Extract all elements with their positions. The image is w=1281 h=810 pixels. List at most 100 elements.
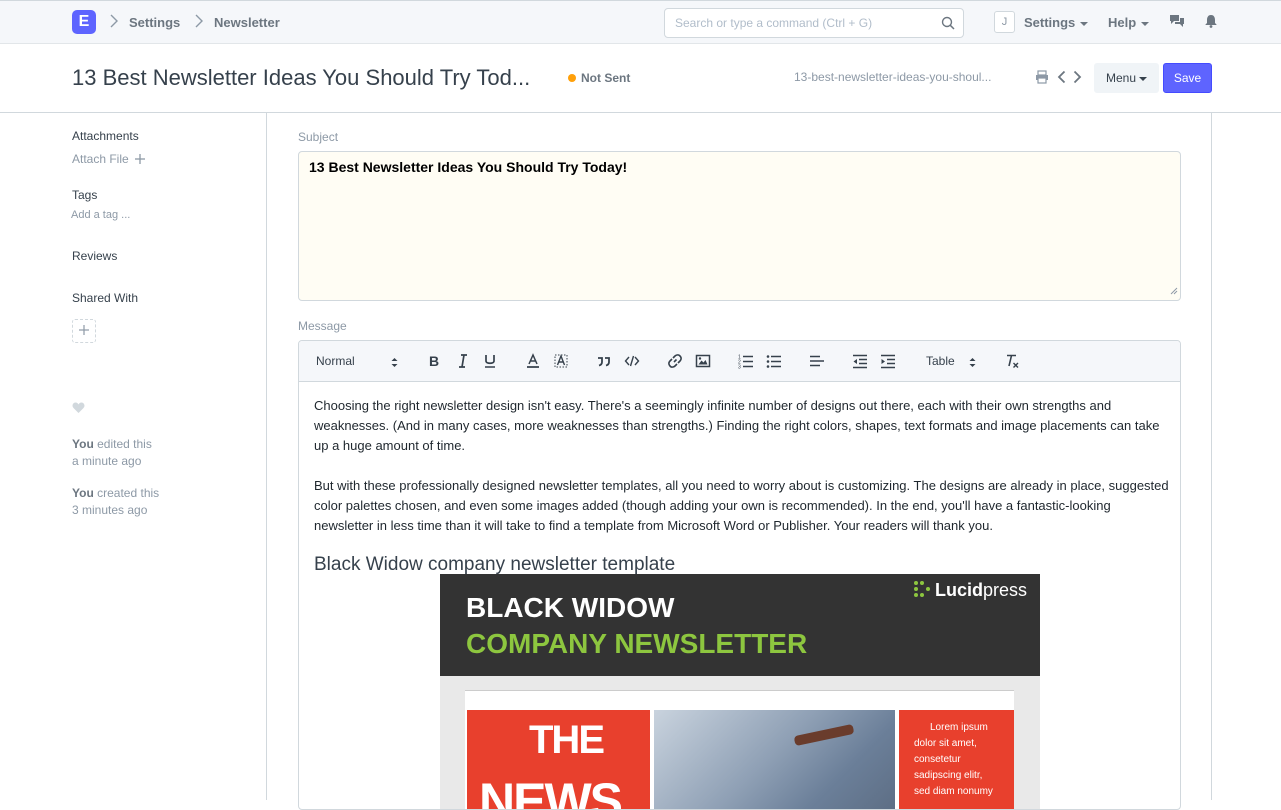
timeline-user[interactable]: You: [72, 486, 94, 500]
poster-word-the: THE: [529, 718, 605, 762]
image-header-band: BLACK WIDOW COMPANY NEWSLETTER Lucidpres…: [440, 574, 1040, 676]
content-paragraph: Choosing the right newsletter design isn…: [314, 398, 1160, 453]
menu-button-label: Menu: [1105, 71, 1137, 85]
like-heart-icon[interactable]: [72, 401, 85, 419]
newsletter-preview-page: THE NEWS Lorem ipsum dolor sit amet, con…: [465, 690, 1014, 810]
bold-icon[interactable]: B: [426, 353, 442, 369]
poster-word-news: NEWS: [479, 773, 623, 810]
chevron-right-icon: [195, 14, 203, 33]
previous-doc-icon[interactable]: [1057, 70, 1066, 89]
message-label: Message: [298, 319, 347, 333]
lucidpress-brand-bold: Lucid: [935, 580, 983, 600]
help-dropdown-label: Help: [1108, 15, 1137, 30]
image-title-line2: COMPANY NEWSLETTER: [466, 628, 808, 659]
lorem-line: sadipscing elitr,: [914, 770, 983, 781]
editor-content[interactable]: Choosing the right newsletter design isn…: [314, 396, 1169, 577]
format-select[interactable]: Normal: [316, 354, 355, 368]
status-indicator: Not Sent: [568, 71, 630, 85]
indent-icon[interactable]: [880, 353, 896, 369]
table-select[interactable]: Table: [926, 354, 955, 368]
subject-label: Subject: [298, 130, 339, 144]
select-arrows-icon: [391, 355, 398, 373]
clear-formatting-icon[interactable]: [1004, 353, 1020, 369]
message-editor: Normal B 1 2 3 Table Choosing the right …: [298, 340, 1181, 810]
attach-file-label: Attach File: [72, 152, 129, 166]
blockquote-icon[interactable]: [596, 353, 612, 369]
timeline-time: a minute ago: [72, 454, 142, 468]
select-arrows-icon: [969, 355, 976, 373]
image-title-line1: BLACK WIDOW: [466, 592, 675, 623]
add-share-button[interactable]: [72, 319, 96, 343]
subject-value: 13 Best Newsletter Ideas You Should Try …: [309, 159, 628, 175]
timeline-action: created this: [97, 486, 160, 500]
lucidpress-brand-light: press: [983, 580, 1028, 600]
search-icon[interactable]: [941, 16, 955, 35]
content-paragraph: But with these professionally designed n…: [314, 478, 1169, 533]
attachments-label: Attachments: [72, 129, 139, 143]
timeline-time: 3 minutes ago: [72, 503, 148, 517]
background-color-icon[interactable]: [553, 353, 569, 369]
lucidpress-mark-icon: [913, 580, 931, 603]
reviews-label: Reviews: [72, 249, 118, 263]
help-dropdown[interactable]: Help: [1108, 15, 1150, 30]
plus-icon: [79, 325, 89, 335]
print-icon[interactable]: [1035, 70, 1049, 89]
timeline-user[interactable]: You: [72, 437, 94, 451]
italic-icon[interactable]: [455, 353, 471, 369]
awesome-bar: [664, 8, 964, 38]
bullet-list-icon[interactable]: [766, 353, 782, 369]
menu-button[interactable]: Menu: [1094, 63, 1159, 93]
next-doc-icon[interactable]: [1073, 70, 1082, 89]
add-tag-link[interactable]: Add a tag ...: [71, 209, 130, 221]
underline-icon[interactable]: [482, 353, 498, 369]
text-color-icon[interactable]: [525, 353, 541, 369]
editor-toolbar: Normal B 1 2 3 Table: [299, 341, 1180, 382]
settings-dropdown-label: Settings: [1024, 15, 1076, 30]
newsletter-photo: [654, 710, 895, 809]
svg-text:3: 3: [738, 365, 741, 370]
lorem-line: consetetur: [914, 754, 961, 765]
code-block-icon[interactable]: [624, 353, 640, 369]
lorem-line: Lorem ipsum: [930, 722, 988, 733]
outdent-icon[interactable]: [852, 353, 868, 369]
user-avatar[interactable]: J: [994, 11, 1015, 33]
attach-file-link[interactable]: Attach File: [72, 152, 146, 166]
chat-icon[interactable]: [1169, 14, 1185, 34]
search-input[interactable]: [665, 9, 935, 37]
form-sidebar: Attachments Attach File Tags Add a tag .…: [0, 113, 267, 800]
shared-with-label: Shared With: [72, 291, 139, 305]
settings-dropdown[interactable]: Settings: [1024, 15, 1089, 30]
link-icon[interactable]: [667, 353, 683, 369]
breadcrumb-newsletter[interactable]: Newsletter: [214, 15, 280, 30]
subject-textarea[interactable]: 13 Best Newsletter Ideas You Should Try …: [298, 151, 1181, 301]
timeline-item: You created this 3 minutes ago: [72, 485, 159, 519]
document-name: 13-best-newsletter-ideas-you-shoul...: [794, 70, 992, 84]
resize-handle-icon[interactable]: [1170, 282, 1178, 298]
plus-icon: [132, 152, 146, 166]
ordered-list-icon[interactable]: 123: [738, 353, 754, 371]
caret-down-icon: [1080, 21, 1089, 26]
lorem-text-block: Lorem ipsum dolor sit amet, consetetur s…: [899, 710, 1014, 809]
timeline-item: You edited this a minute ago: [72, 436, 152, 470]
lucidpress-logo: Lucidpress: [913, 580, 1027, 603]
save-button[interactable]: Save: [1163, 63, 1212, 93]
tags-label: Tags: [72, 188, 98, 202]
app-logo[interactable]: E: [72, 10, 96, 34]
image-icon[interactable]: [695, 353, 711, 369]
photo-strap-detail: [793, 723, 855, 747]
svg-text:B: B: [429, 353, 439, 369]
top-navbar: E Settings Newsletter J Settings Help: [0, 0, 1281, 44]
caret-down-icon: [1141, 21, 1150, 26]
align-left-icon[interactable]: [809, 353, 825, 369]
caret-down-icon: [1139, 76, 1148, 81]
page-head: 13 Best Newsletter Ideas You Should Try …: [0, 44, 1281, 113]
breadcrumb-settings[interactable]: Settings: [129, 15, 180, 30]
status-label: Not Sent: [581, 71, 631, 85]
bell-icon[interactable]: [1205, 14, 1217, 33]
newsletter-template-image: BLACK WIDOW COMPANY NEWSLETTER Lucidpres…: [440, 574, 1040, 810]
form-main: Subject 13 Best Newsletter Ideas You Sho…: [268, 113, 1212, 810]
timeline-action: edited this: [97, 437, 152, 451]
lorem-line: dolor sit amet,: [914, 738, 977, 749]
page-title: 13 Best Newsletter Ideas You Should Try …: [72, 65, 531, 90]
lorem-line: sed diam nonumy: [914, 786, 993, 797]
